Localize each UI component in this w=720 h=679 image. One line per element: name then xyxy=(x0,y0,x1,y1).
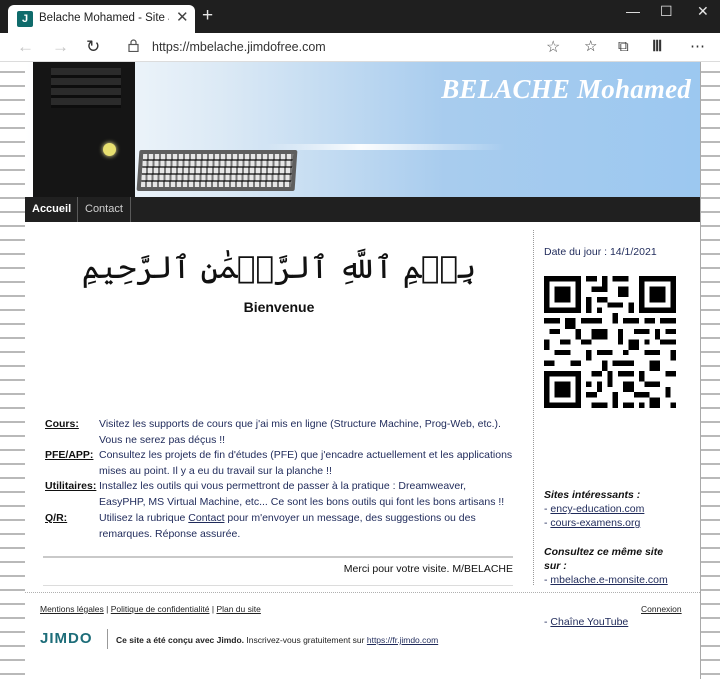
section-label-utilitaires[interactable]: Utilitaires: xyxy=(45,479,97,495)
back-icon[interactable]: ← xyxy=(17,37,34,57)
drive-bays xyxy=(51,68,121,108)
browser-tab[interactable]: J Belache Mohamed - Site Jimdo d ✕ xyxy=(8,5,195,33)
nav-item-accueil[interactable]: Accueil xyxy=(25,197,78,222)
site-link-item: - cours-examens.org xyxy=(544,516,640,530)
legal-notice-link[interactable]: Mentions légales xyxy=(40,604,104,614)
lock-icon[interactable] xyxy=(128,39,139,55)
new-tab-icon[interactable]: + xyxy=(202,6,213,25)
url-text[interactable]: https://mbelache.jimdofree.com xyxy=(152,40,326,54)
footer-logo-divider xyxy=(107,629,108,649)
jimdo-favicon-icon: J xyxy=(17,11,33,27)
maximize-icon[interactable]: ☐ xyxy=(660,2,673,20)
refresh-icon[interactable]: ↻ xyxy=(86,37,100,57)
sitemap-link[interactable]: Plan du site xyxy=(216,604,260,614)
light-streak xyxy=(265,144,505,150)
consult-heading-2: sur : xyxy=(544,560,567,572)
contact-link[interactable]: Contact xyxy=(188,512,224,524)
tab-close-icon[interactable]: ✕ xyxy=(176,10,189,26)
login-link[interactable]: Connexion xyxy=(641,604,682,614)
footer-link-separator: | xyxy=(103,604,111,614)
browser-titlebar: J Belache Mohamed - Site Jimdo d ✕ + — ☐… xyxy=(0,0,720,33)
content-divider xyxy=(43,556,513,558)
jimdo-promo-bold: Ce site a été conçu avec Jimdo. xyxy=(116,635,245,645)
collections-icon[interactable]: ⧉ xyxy=(618,37,629,57)
footer-separator xyxy=(25,592,700,593)
tab-title: Belache Mohamed - Site Jimdo d xyxy=(39,12,169,24)
section-text-pfe: Consultez les projets de fin d'études (P… xyxy=(99,449,513,477)
sidebar: Date du jour : 14/1/2021 Sites intéressa… xyxy=(544,222,694,628)
site-link-cours-examens[interactable]: cours-examens.org xyxy=(550,517,640,529)
section-text-cours: Visitez les supports de cours que j'ai m… xyxy=(99,418,501,446)
minimize-icon[interactable]: — xyxy=(626,2,640,20)
jimdo-promo-middle: Inscrivez-vous gratuitement sur xyxy=(244,635,367,645)
privacy-policy-link[interactable]: Politique de confidentialité xyxy=(111,604,210,614)
main-content: بِسۡمِ ٱللَّهِ ٱلرَّحۡمَٰنِ ٱلرَّحِيمِ B… xyxy=(43,222,515,586)
main-navigation: Accueil Contact xyxy=(25,197,700,222)
site-title[interactable]: BELACHE Mohamed xyxy=(405,74,691,105)
qr-text-before: Utilisez la rubrique xyxy=(99,512,186,524)
section-label-qr[interactable]: Q/R: xyxy=(45,511,97,527)
close-icon[interactable]: ✕ xyxy=(697,2,709,20)
date-of-day: Date du jour : 14/1/2021 xyxy=(544,246,657,258)
sidebar-separator xyxy=(533,230,534,585)
thanks-message: Merci pour votre visite. M/BELACHE xyxy=(343,563,513,575)
section-text-utilitaires: Installez les outils qui vous permettron… xyxy=(99,480,505,508)
forward-icon[interactable]: → xyxy=(52,37,69,57)
site-link-item: - Chaîne YouTube xyxy=(544,615,628,629)
keyboard-keys xyxy=(140,154,294,187)
footer-links: Mentions légales | Politique de confiden… xyxy=(40,604,261,614)
welcome-heading: Bienvenue xyxy=(243,299,315,315)
right-stitched-border xyxy=(700,62,720,679)
computer-tower-image xyxy=(33,62,135,197)
star-icon[interactable]: ☆ xyxy=(546,37,560,57)
site-link-ency-education[interactable]: ency-education.com xyxy=(550,503,644,515)
site-container: BELACHE Mohamed Accueil Contact بِسۡمِ ٱ… xyxy=(25,62,700,679)
browser-toolbar: ← → ↻ https://mbelache.jimdofree.com ☆ ☆… xyxy=(0,33,720,62)
power-led xyxy=(103,143,116,156)
jimdo-logo[interactable]: JIMDO xyxy=(40,630,93,647)
page-viewport: BELACHE Mohamed Accueil Contact بِسۡمِ ٱ… xyxy=(0,62,720,679)
section-text-qr: Utilisez la rubrique Contact pour m'envo… xyxy=(99,511,515,542)
sites-heading: Sites intéressants : xyxy=(544,489,641,501)
section-label-cours[interactable]: Cours: xyxy=(45,417,97,433)
qr-code-image xyxy=(544,276,676,408)
youtube-channel-link[interactable]: Chaîne YouTube xyxy=(550,616,628,628)
consult-heading: Consultez ce même site xyxy=(544,546,664,558)
jimdo-signup-link[interactable]: https://fr.jimdo.com xyxy=(367,635,438,645)
nav-item-contact[interactable]: Contact xyxy=(78,197,131,222)
content-divider-bottom xyxy=(43,585,513,586)
section-label-pfe[interactable]: PFE/APP: xyxy=(45,448,97,464)
bismillah-calligraphy: بِسۡمِ ٱللَّهِ ٱلرَّحۡمَٰنِ ٱلرَّحِيمِ xyxy=(81,250,477,286)
site-link-item: - mbelache.e-monsite.com xyxy=(544,573,668,587)
site-link-item: - ency-education.com xyxy=(544,502,644,516)
left-stitched-border xyxy=(0,62,26,679)
site-link-e-monsite[interactable]: mbelache.e-monsite.com xyxy=(550,574,667,586)
favorites-icon[interactable]: ☆ xyxy=(584,37,597,57)
keyboard-image xyxy=(136,150,298,191)
library-icon[interactable]: Ⅲ xyxy=(652,37,662,57)
address-bar[interactable]: https://mbelache.jimdofree.com ☆ xyxy=(118,36,568,59)
jimdo-promo-text: Ce site a été conçu avec Jimdo. Inscrive… xyxy=(116,635,438,645)
more-icon[interactable]: ⋯ xyxy=(690,37,705,57)
header-banner: BELACHE Mohamed xyxy=(25,62,700,197)
